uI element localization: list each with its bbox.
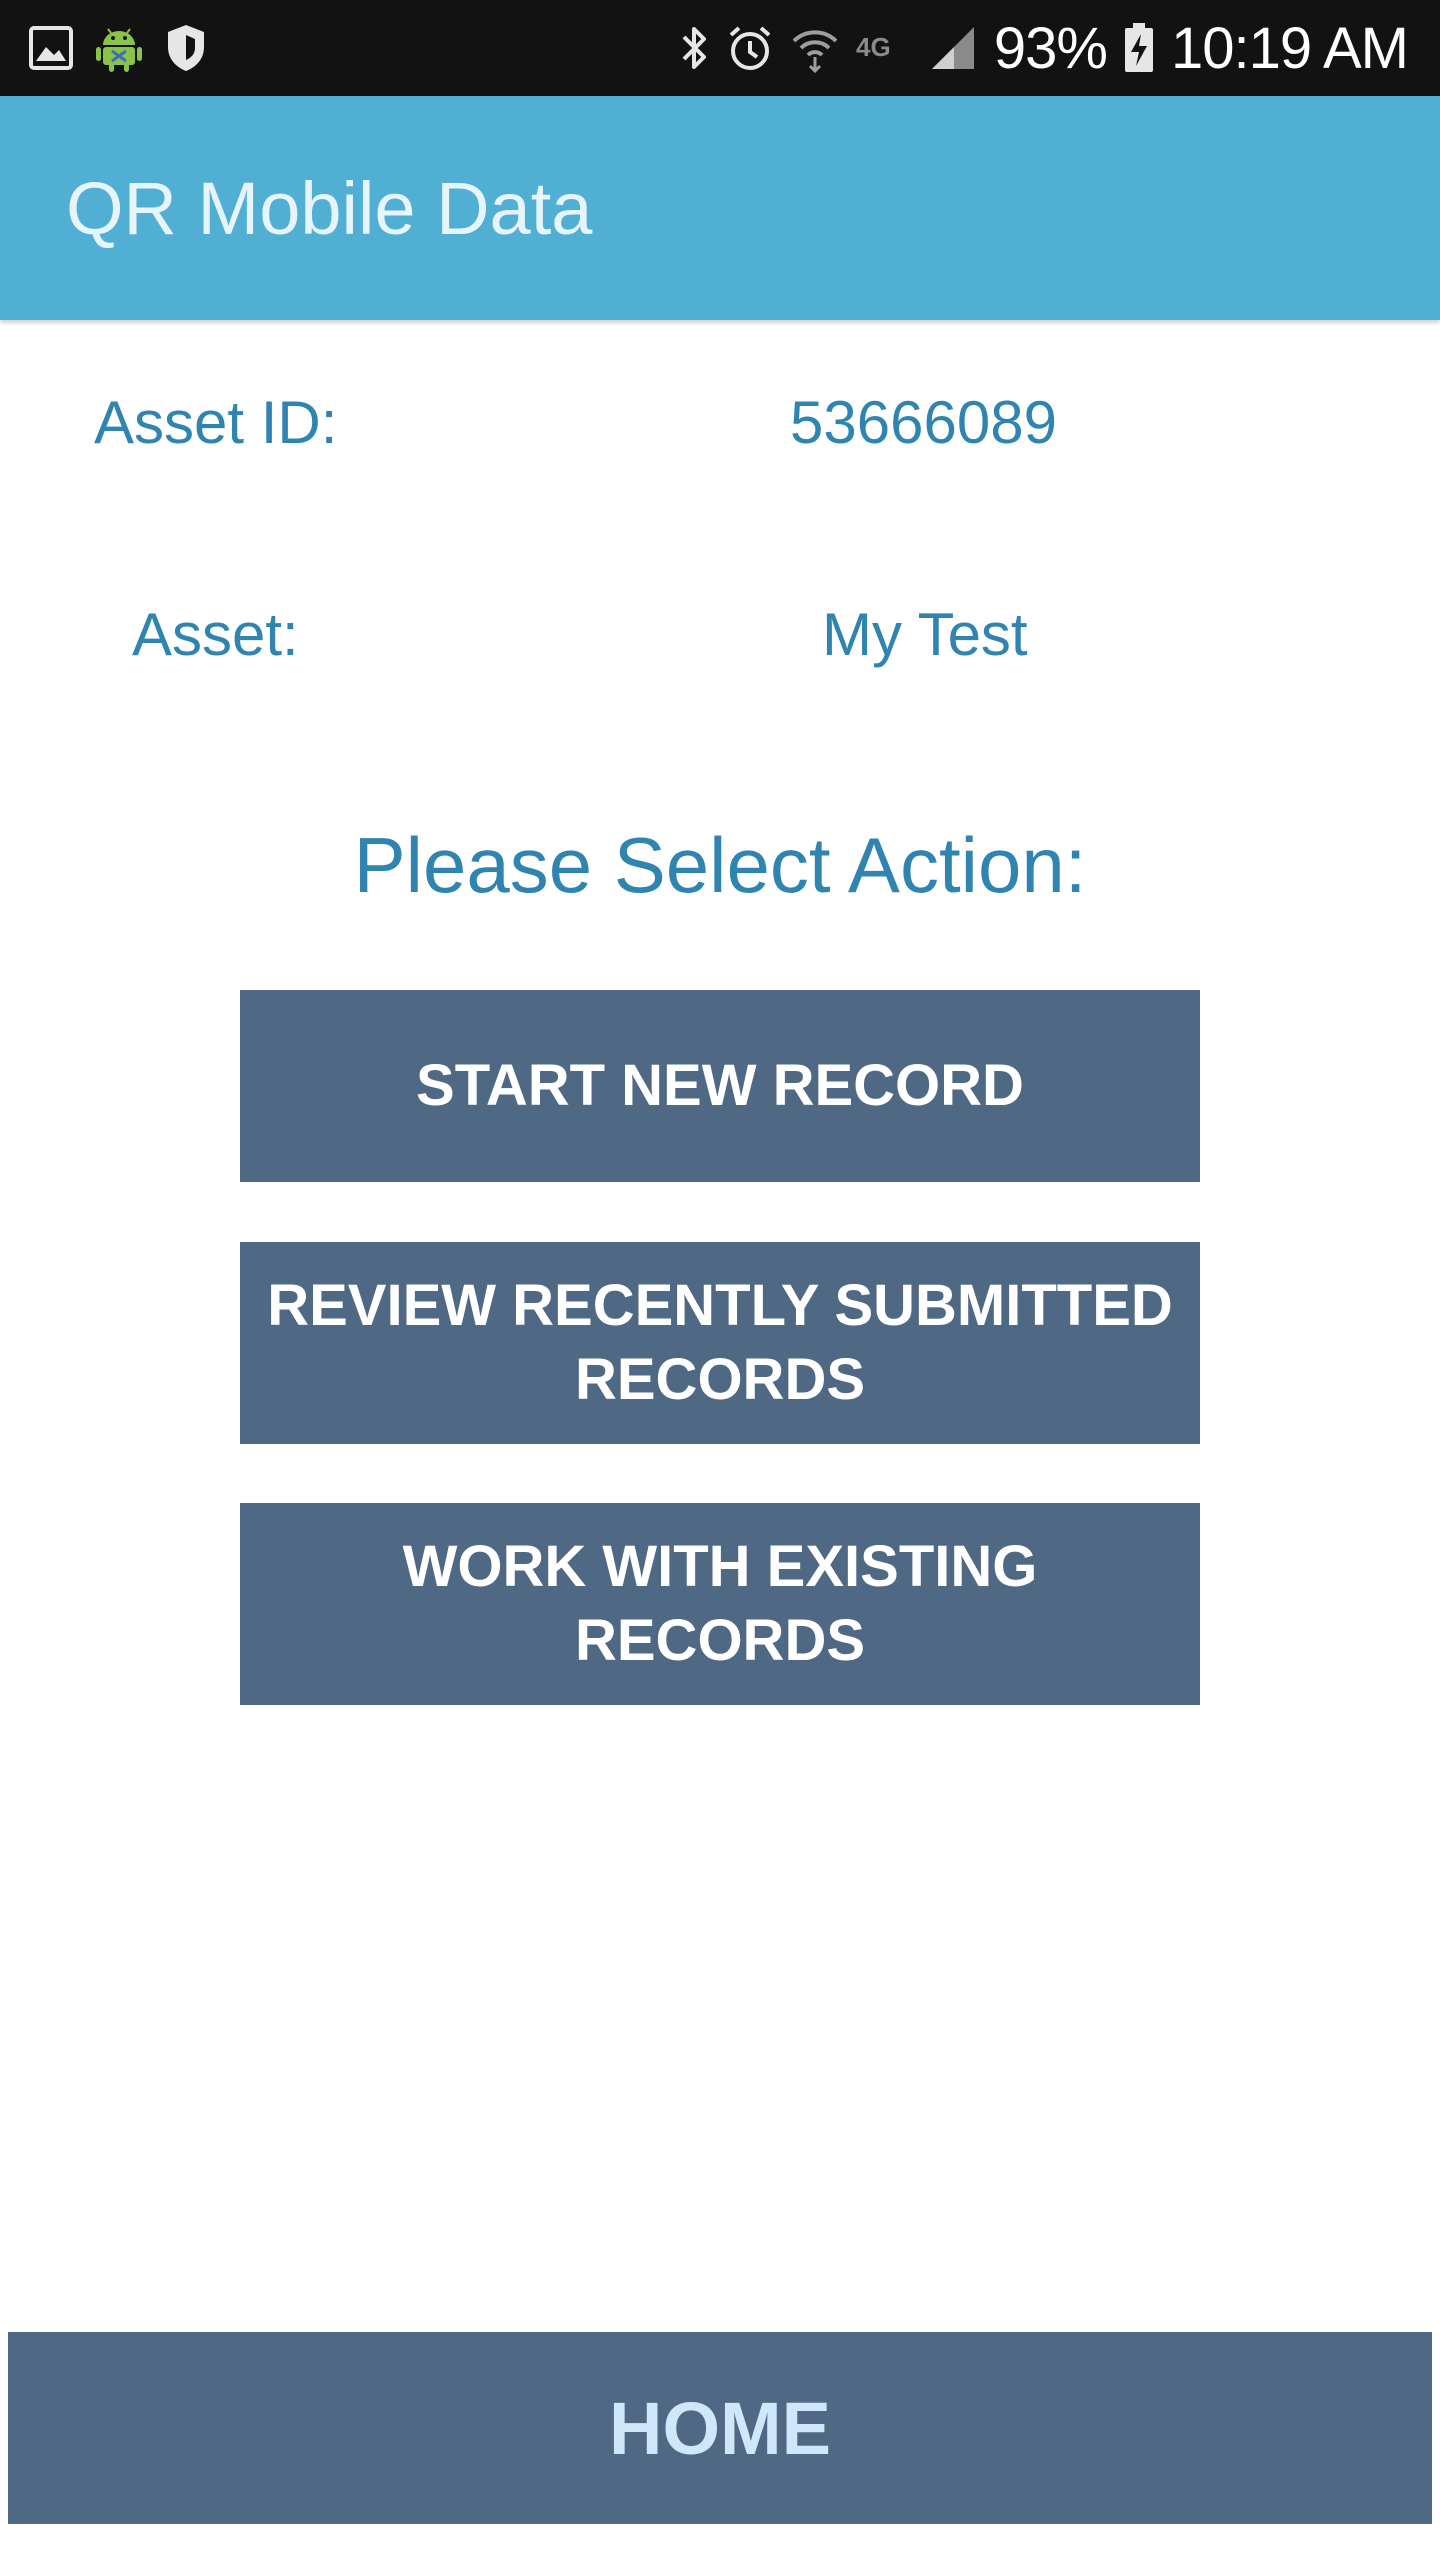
- review-recent-records-button[interactable]: REVIEW RECENTLY SUBMITTED RECORDS: [240, 1242, 1200, 1444]
- home-button[interactable]: HOME: [8, 2332, 1432, 2524]
- work-with-existing-records-button[interactable]: WORK WITH EXISTING RECORDS: [240, 1503, 1200, 1705]
- alarm-icon: [726, 23, 774, 73]
- shield-icon: [164, 23, 208, 73]
- app-title: QR Mobile Data: [66, 167, 593, 250]
- system-status: 4G 93% 10:19 AM: [680, 14, 1409, 82]
- asset-label: Asset:: [132, 601, 299, 668]
- svg-text:4G: 4G: [856, 32, 891, 62]
- wifi-icon: [790, 23, 840, 73]
- network-4g-icon: 4G: [856, 28, 912, 68]
- asset-id-label: Asset ID:: [94, 389, 338, 456]
- clock: 10:19 AM: [1170, 15, 1409, 81]
- start-new-record-label: START NEW RECORD: [416, 1053, 1024, 1118]
- asset-value: My Test: [822, 601, 1028, 668]
- action-prompt: Please Select Action:: [353, 821, 1087, 909]
- asset-id-value: 53666089: [790, 389, 1057, 456]
- home-label: HOME: [609, 2386, 831, 2470]
- battery-percent: 93%: [993, 15, 1108, 81]
- work-with-existing-records-label: WORK WITH EXISTING RECORDS: [402, 1534, 1038, 1673]
- status-bar: 4G 93% 10:19 AM: [0, 0, 1440, 96]
- notification-icons: [28, 18, 208, 78]
- battery-icon: [1123, 22, 1155, 74]
- signal-icon: [928, 23, 978, 73]
- review-recent-records-label: REVIEW RECENTLY SUBMITTED RECORDS: [267, 1273, 1173, 1412]
- bluetooth-icon: [680, 23, 710, 73]
- android-icon: [94, 23, 144, 73]
- gallery-icon: [28, 25, 74, 71]
- app-bar: QR Mobile Data: [0, 96, 1440, 320]
- start-new-record-button[interactable]: START NEW RECORD: [240, 990, 1200, 1182]
